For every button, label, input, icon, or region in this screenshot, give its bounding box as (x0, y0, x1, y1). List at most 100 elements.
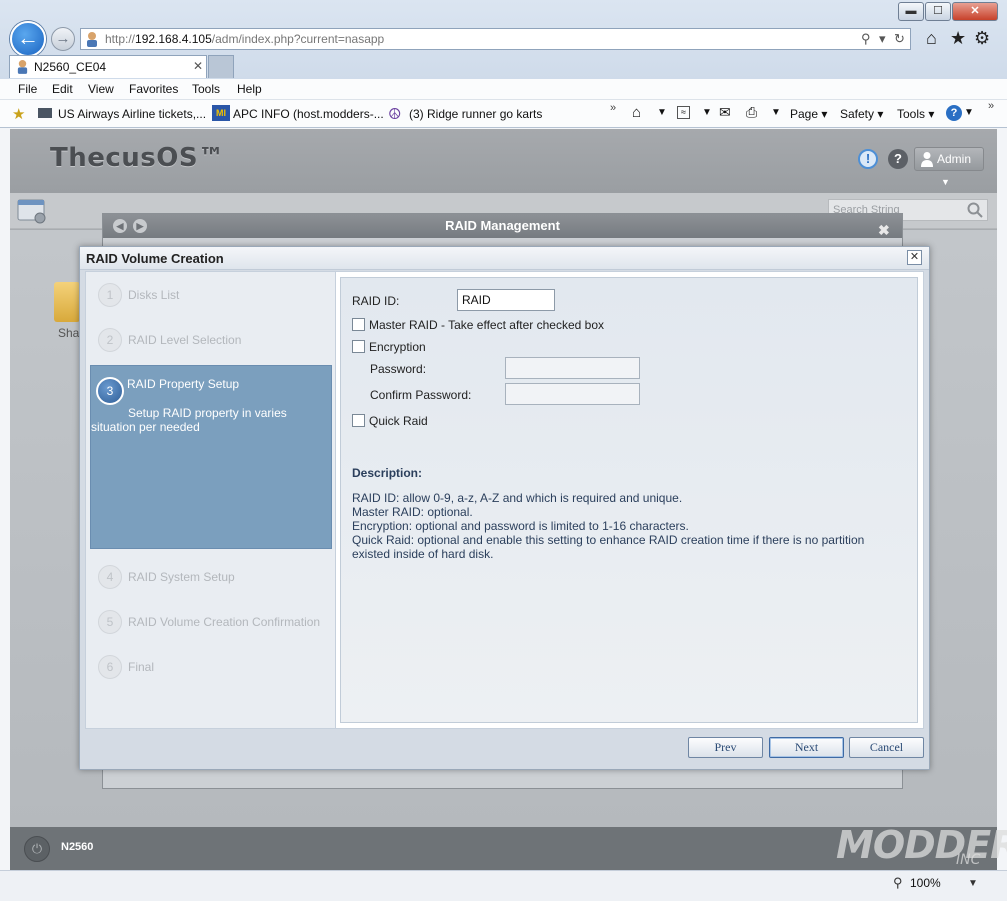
prev-button[interactable]: Prev (688, 737, 763, 758)
encryption-checkbox[interactable] (352, 340, 365, 353)
admin-user-menu[interactable]: Admin ▼ (914, 147, 984, 187)
nav-forward-icon[interactable]: ▶ (133, 219, 147, 233)
favorite-apc-info[interactable]: APC INFO (host.modders-... (233, 107, 384, 121)
dialog-body: 1 Disks List 2 RAID Level Selection 3 RA… (85, 271, 924, 729)
mail-icon[interactable]: ✉ (719, 104, 731, 121)
control-panel-icon[interactable] (16, 196, 48, 224)
step-number: 5 (98, 610, 122, 634)
home-icon[interactable]: ⌂ (632, 104, 641, 121)
raid-property-form: RAID ID: RAID Master RAID - Take effect … (340, 277, 918, 723)
menu-tools[interactable]: Tools (192, 82, 220, 96)
favorite-ridge-runner[interactable]: (3) Ridge runner go karts (409, 107, 542, 121)
menu-edit[interactable]: Edit (52, 82, 73, 96)
step-description: Setup RAID property in varies situation … (91, 406, 287, 434)
device-name: N2560 (61, 841, 94, 853)
maximize-button[interactable]: ☐ (925, 2, 951, 21)
raid-management-title-text: RAID Management (445, 218, 560, 233)
browser-titlebar: ▬ ☐ ✕ ← → http://192.168.4.105/adm/index… (0, 0, 1007, 80)
wizard-step-final: 6 Final (86, 644, 336, 689)
menu-help[interactable]: Help (237, 82, 262, 96)
add-favorite-icon[interactable]: ★ (12, 105, 25, 123)
minimize-button[interactable]: ▬ (898, 2, 924, 21)
cancel-button[interactable]: Cancel (849, 737, 924, 758)
command-safety[interactable]: Safety ▾ (840, 107, 883, 121)
new-tab-button[interactable] (208, 55, 234, 78)
description-line: Master RAID: optional. (352, 505, 473, 519)
arrow-right-icon: → (55, 30, 71, 47)
wizard-steps: 1 Disks List 2 RAID Level Selection 3 RA… (86, 272, 336, 728)
step-label: RAID System Setup (128, 570, 235, 584)
step-label: RAID Property Setup (127, 377, 240, 391)
close-tab-icon[interactable]: ✕ (193, 59, 203, 73)
raid-management-title: ◀ ▶ RAID Management ✖ (103, 214, 902, 238)
confirm-password-input[interactable] (505, 383, 640, 405)
address-bar[interactable]: http://192.168.4.105/adm/index.php?curre… (80, 28, 911, 50)
rss-feed-icon[interactable]: ≈ (677, 106, 690, 119)
nav-back-icon[interactable]: ◀ (113, 219, 127, 233)
chevron-right-icon[interactable]: » (610, 102, 616, 114)
print-icon[interactable]: ⎙ (746, 104, 757, 121)
command-page[interactable]: Page ▾ (790, 107, 827, 121)
wizard-step-raid-property-active: 3 RAID Property Setup Setup RAID propert… (90, 365, 332, 549)
peace-icon: ☮ (388, 106, 402, 123)
dropdown-arrow-icon[interactable]: ▼ (657, 107, 667, 118)
thecus-web-app: ThecusOS™ ! ? Admin ▼ Search String Sha … (10, 129, 997, 870)
master-raid-label: Master RAID - Take effect after checked … (369, 318, 604, 332)
dropdown-arrow-icon[interactable]: ▼ (968, 878, 978, 889)
search-icon[interactable] (967, 202, 983, 218)
favorites-star-icon[interactable]: ★ (950, 28, 966, 49)
password-input[interactable] (505, 357, 640, 379)
step-label: RAID Volume Creation Confirmation (128, 615, 321, 629)
page-user-icon (87, 32, 97, 47)
help-icon[interactable]: ? (888, 149, 908, 169)
page-user-icon (17, 60, 28, 74)
power-icon: ⏻ (31, 841, 43, 856)
quick-raid-checkbox[interactable] (352, 414, 365, 427)
dropdown-arrow-icon[interactable]: ▼ (964, 107, 974, 118)
quick-raid-label: Quick Raid (369, 414, 428, 428)
gear-icon[interactable]: ⚙ (974, 28, 990, 49)
power-button[interactable]: ⏻ (24, 836, 50, 862)
home-icon[interactable]: ⌂ (926, 28, 937, 49)
favorite-us-airways[interactable]: US Airways (58, 107, 119, 121)
zoom-level[interactable]: 100% (910, 876, 941, 890)
favorite-airline-tickets[interactable]: Airline tickets,... (122, 107, 206, 121)
close-icon[interactable]: ✖ (878, 218, 890, 242)
refresh-icon[interactable]: ↻ (894, 31, 905, 47)
step-number: 3 (96, 377, 124, 405)
menu-file[interactable]: File (18, 82, 37, 96)
next-button[interactable]: Next (769, 737, 844, 758)
help-icon[interactable]: ? (946, 105, 962, 121)
raid-id-input[interactable]: RAID (457, 289, 555, 311)
master-raid-checkbox[interactable] (352, 318, 365, 331)
zoom-icon[interactable]: ⚲ (893, 875, 903, 891)
raid-id-label: RAID ID: (352, 294, 400, 308)
dropdown-arrow-icon[interactable]: ▾ (879, 31, 886, 47)
dropdown-arrow-icon[interactable]: ▼ (702, 107, 712, 118)
shared-folder-icon[interactable] (54, 282, 80, 322)
menu-bar: File Edit View Favorites Tools Help (0, 79, 1007, 100)
dialog-title: RAID Volume Creation (86, 251, 224, 266)
dropdown-arrow-icon[interactable]: ▼ (771, 107, 781, 118)
modders-inc-watermark: MODDERS (836, 823, 1007, 867)
address-host: 192.168.4.105 (135, 32, 212, 46)
chevron-right-icon[interactable]: » (988, 100, 994, 112)
step-label: Final (128, 660, 155, 674)
back-button[interactable]: ← (10, 21, 46, 57)
brand-logo: ThecusOS™ (50, 143, 225, 173)
forward-button[interactable]: → (51, 27, 75, 51)
menu-favorites[interactable]: Favorites (129, 82, 178, 96)
close-window-button[interactable]: ✕ (952, 2, 998, 21)
browser-tab[interactable]: N2560_CE04 ✕ (9, 55, 207, 78)
wizard-step-disks-list: 1 Disks List (86, 272, 336, 317)
menu-view[interactable]: View (88, 82, 114, 96)
address-url: http://192.168.4.105/adm/index.php?curre… (105, 32, 384, 46)
command-tools[interactable]: Tools ▾ (897, 107, 934, 121)
close-dialog-button[interactable]: ✕ (907, 250, 922, 265)
search-icon[interactable]: ⚲ (861, 31, 871, 47)
admin-label: Admin (937, 152, 972, 166)
browser-window: ▬ ☐ ✕ ← → http://192.168.4.105/adm/index… (0, 0, 1007, 901)
info-icon[interactable]: ! (858, 149, 878, 169)
address-path: /adm/index.php?current=nasapp (211, 32, 385, 46)
step-number: 6 (98, 655, 122, 679)
